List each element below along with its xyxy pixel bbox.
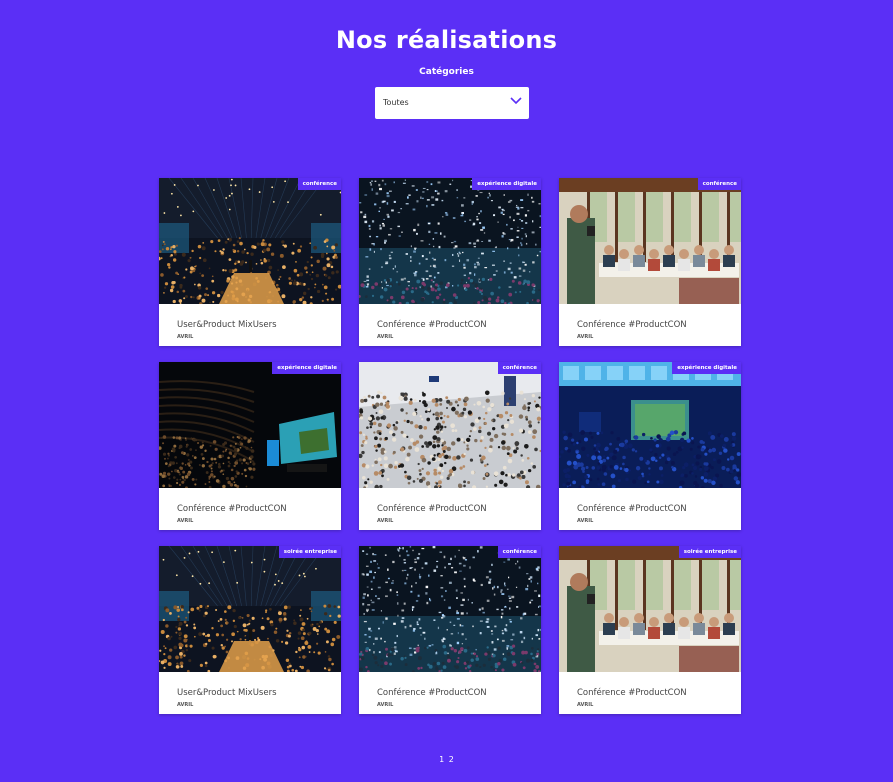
category-badge: conférence [497,362,541,374]
category-badge: expérience digitale [272,362,341,374]
card-date: AVRIL [177,702,194,708]
category-badge: soirée entreprise [678,546,741,558]
realisation-card[interactable]: conférence Conférence #ProductCON AVRIL [359,546,541,714]
category-filter-label: Catégories [419,67,474,77]
realisation-card[interactable]: expérience digitale Conférence #ProductCO… [159,362,341,530]
category-badge: expérience digitale [672,362,741,374]
confetti-crowd-icon [359,178,541,304]
blue-room-screen-icon [559,362,741,488]
card-date: AVRIL [377,702,394,708]
realisation-card[interactable]: expérience digitale Conférence #ProductCO… [559,362,741,530]
realisation-card[interactable]: conférence Conférence #ProductCON AVRIL [559,178,741,346]
page-link-1[interactable]: 1 [439,755,444,764]
page-link-2[interactable]: 2 [449,755,454,764]
card-date: AVRIL [177,334,194,340]
restaurant-speaker-icon [559,178,741,304]
chevron-down-icon [510,97,522,105]
category-select[interactable]: Toutes [375,87,529,119]
realisation-card[interactable]: conférence Conférence #ProductCON AVRIL [359,362,541,530]
card-title: Conférence #ProductCON [377,320,487,330]
concert-stage-icon [159,178,341,304]
card-title: Conférence #ProductCON [577,688,687,698]
category-badge: expérience digitale [472,178,541,190]
card-title: Conférence #ProductCON [577,504,687,514]
page-title: Nos réalisations [335,26,558,54]
card-date: AVRIL [177,518,194,524]
card-title: Conférence #ProductCON [577,320,687,330]
card-title: User&Product MixUsers [177,688,277,698]
card-date: AVRIL [577,334,594,340]
category-badge: soirée entreprise [278,546,341,558]
card-date: AVRIL [377,334,394,340]
card-date: AVRIL [577,702,594,708]
category-badge: conférence [297,178,341,190]
card-title: Conférence #ProductCON [377,504,487,514]
card-date: AVRIL [577,518,594,524]
crowd-hall-icon [359,362,541,488]
category-badge: conférence [697,178,741,190]
category-select-value: Toutes [383,98,409,107]
realisations-grid: conférence User&Product MixUsers AVRIL expé… [159,178,742,716]
restaurant-speaker-icon [559,546,741,672]
card-title: User&Product MixUsers [177,320,277,330]
auditorium-screen-icon [159,362,341,488]
confetti-crowd-icon [359,546,541,672]
realisation-card[interactable]: conférence User&Product MixUsers AVRIL [159,178,341,346]
category-badge: conférence [497,546,541,558]
realisation-card[interactable]: expérience digitale Conférence #ProductCO… [359,178,541,346]
card-title: Conférence #ProductCON [177,504,287,514]
pagination: 1 2 [0,755,893,764]
realisation-card[interactable]: soirée entreprise Conférence #ProductCON A… [559,546,741,714]
card-title: Conférence #ProductCON [377,688,487,698]
realisation-card[interactable]: soirée entreprise User&Product MixUsers AV… [159,546,341,714]
concert-stage-icon [159,546,341,672]
card-date: AVRIL [377,518,394,524]
